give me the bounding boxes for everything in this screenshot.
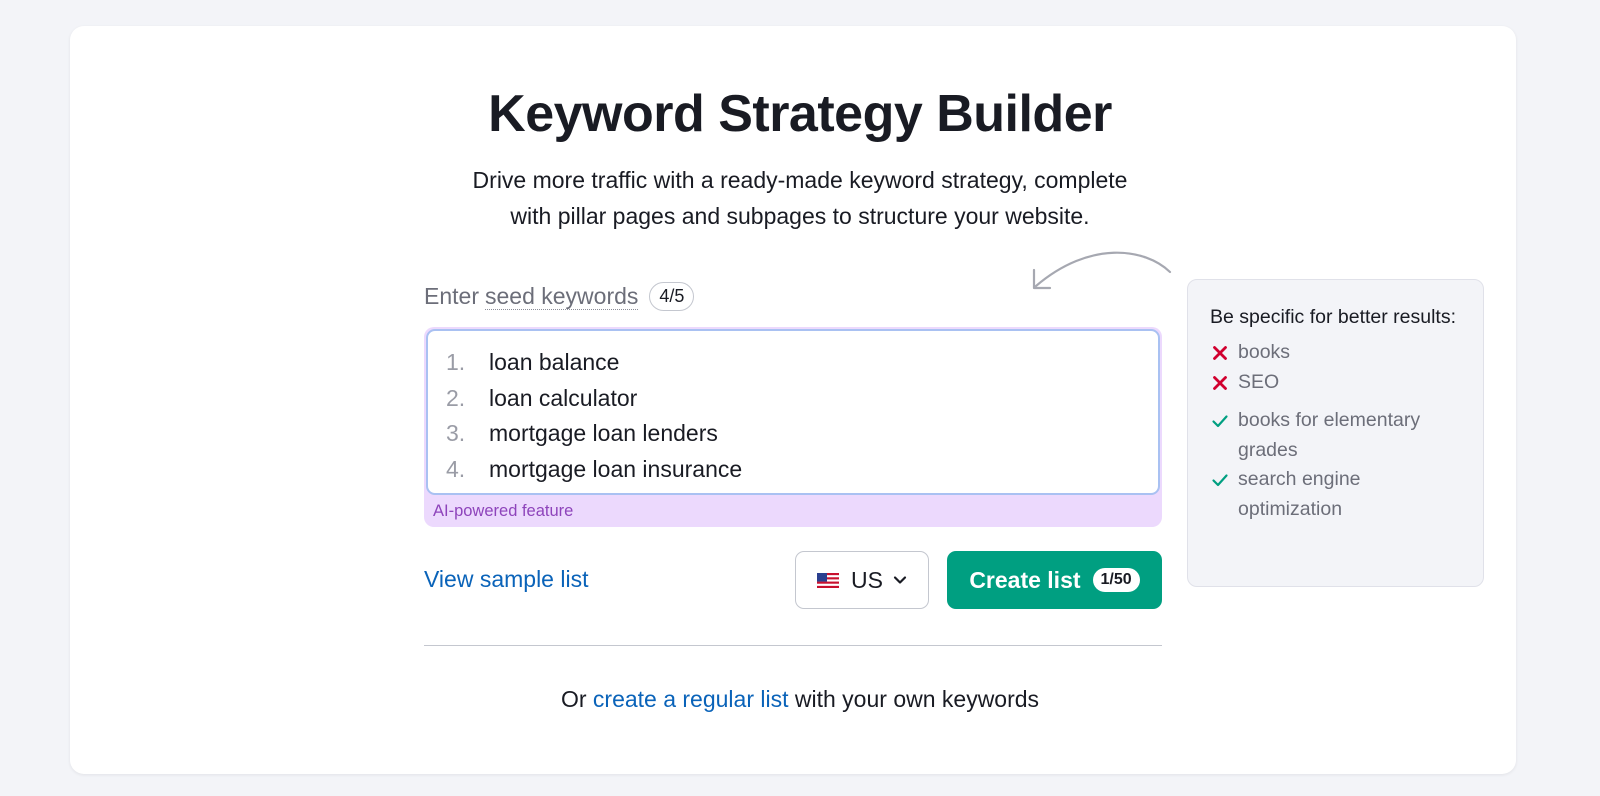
create-list-limit-badge: 1/50 xyxy=(1092,568,1140,592)
seed-label-prefix: Enter xyxy=(424,283,479,309)
tip-spacer xyxy=(1210,397,1461,406)
keyword-number: 4. xyxy=(446,455,466,482)
bad-example: books xyxy=(1210,338,1461,368)
divider xyxy=(424,645,1162,646)
keyword-number: 3. xyxy=(446,420,466,446)
bad-example: SEO xyxy=(1210,368,1461,398)
keyword-number: 2. xyxy=(446,384,466,411)
subtitle-line-1: Drive more traffic with a ready-made key… xyxy=(472,167,1128,193)
create-regular-list-link[interactable]: create a regular list xyxy=(593,686,789,712)
x-icon xyxy=(1213,346,1227,360)
seed-keywords-label: Enter seed keywords 4/5 xyxy=(424,282,695,311)
keyword-text: loan balance xyxy=(489,349,620,375)
subtitle-line-2: with pillar pages and subpages to struct… xyxy=(510,203,1090,229)
check-icon xyxy=(1212,474,1228,487)
keyword-text: loan calculator xyxy=(489,384,638,411)
seed-keywords-textarea[interactable]: 1. loan balance 2. loan calculator 3. mo… xyxy=(426,329,1160,495)
good-example: books for elementary grades xyxy=(1210,406,1461,465)
create-list-label: Create list xyxy=(969,566,1081,593)
bad-example-text: books xyxy=(1238,341,1291,363)
page-subtitle: Drive more traffic with a ready-made key… xyxy=(0,162,1600,234)
create-list-button[interactable]: Create list 1/50 xyxy=(947,551,1162,609)
us-flag-icon xyxy=(817,572,840,588)
good-example-text: books for elementary grades xyxy=(1238,409,1421,461)
keyword-row: 2. loan calculator xyxy=(446,381,1140,417)
tips-panel: Be specific for better results: books SE… xyxy=(1187,279,1484,587)
curved-arrow-icon xyxy=(1032,251,1172,290)
keyword-row: 3. mortgage loan lenders xyxy=(446,416,1140,452)
seed-keywords-tooltip-trigger[interactable]: seed keywords xyxy=(484,283,639,310)
ai-powered-label: AI-powered feature xyxy=(433,502,574,520)
country-code: US xyxy=(851,566,883,593)
keyword-row: 4. mortgage loan insurance xyxy=(446,452,1140,488)
good-example-text: search engine optimization xyxy=(1238,468,1361,520)
regular-list-prefix: Or xyxy=(560,686,587,712)
bad-example-text: SEO xyxy=(1238,370,1280,393)
chevron-down-icon xyxy=(893,576,907,584)
keyword-text: mortgage loan lenders xyxy=(489,420,718,446)
keyword-number: 1. xyxy=(446,349,466,375)
view-sample-list-link[interactable]: View sample list xyxy=(424,566,588,593)
regular-list-suffix: with your own keywords xyxy=(794,686,1040,712)
keyword-text: mortgage loan insurance xyxy=(489,455,743,482)
check-icon xyxy=(1212,415,1228,428)
keyword-count-badge: 4/5 xyxy=(649,282,695,311)
ai-feature-frame: 1. loan balance 2. loan calculator 3. mo… xyxy=(424,327,1162,527)
tips-title: Be specific for better results: xyxy=(1210,306,1457,328)
good-example: search engine optimization xyxy=(1210,465,1461,524)
keyword-row: 1. loan balance xyxy=(446,345,1140,381)
page-title: Keyword Strategy Builder xyxy=(488,85,1112,143)
regular-list-prompt: Or create a regular list with your own k… xyxy=(0,686,1600,713)
country-select[interactable]: US xyxy=(795,551,929,609)
x-icon xyxy=(1213,375,1227,390)
